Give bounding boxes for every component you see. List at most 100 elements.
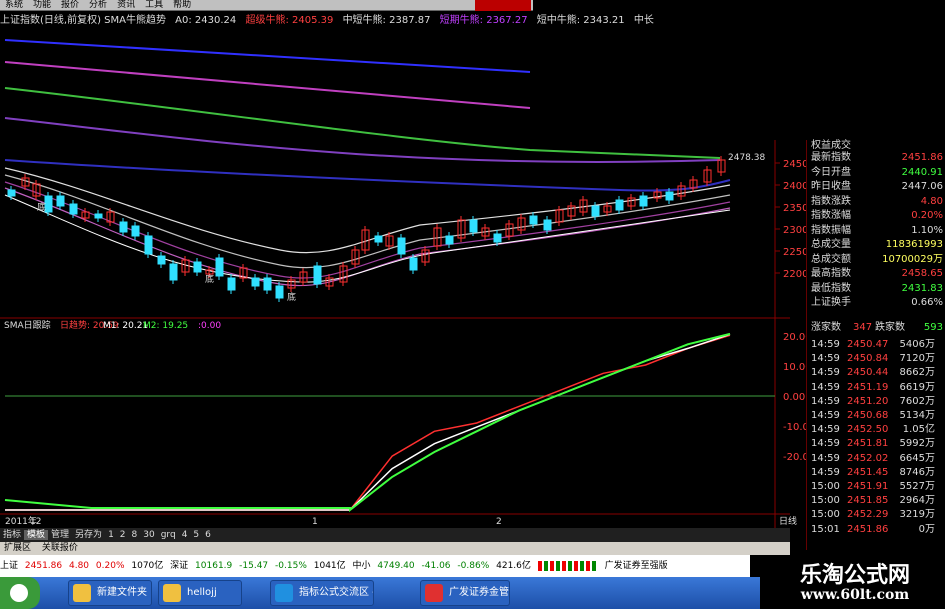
price-tick-label: 2350: [783, 203, 808, 214]
sz-pct: -0.15%: [275, 561, 307, 571]
candle-body: [313, 265, 322, 285]
sz-value: 10161.9: [195, 561, 233, 571]
stock-chart[interactable]: 245024002350230022502200 20.0010.000.00-…: [0, 0, 945, 609]
windows-logo-icon: [10, 584, 28, 602]
tick-row: 14:59 2452.02 6645万: [811, 452, 935, 464]
broker-name: 广发证券至强版: [604, 561, 668, 571]
candle-body: [7, 189, 16, 197]
short-value: 短期牛熊: 2367.27: [439, 15, 528, 26]
tick-row: 14:59 2451.19 6619万: [811, 381, 935, 393]
sz-label: 深证: [170, 561, 189, 571]
indicator-m2: M2: 19.25: [143, 321, 188, 331]
price-tick-label: 2450: [783, 159, 808, 170]
tick-row: 14:59 2450.44 8662万: [811, 367, 935, 379]
panel-row: 最新指数 2451.86: [811, 152, 943, 163]
menu-item-analysis[interactable]: 分析: [84, 0, 112, 11]
tab-7[interactable]: 30: [140, 530, 157, 540]
candle-body: [615, 199, 624, 211]
tick-row: 14:59 2451.20 7602万: [811, 395, 935, 407]
candle-body: [251, 277, 260, 287]
tab-0[interactable]: 指标: [0, 530, 24, 540]
menu-item-quote[interactable]: 报价: [56, 0, 84, 11]
menu-item-function[interactable]: 功能: [28, 0, 56, 11]
candle-body: [374, 235, 383, 243]
price-tick-label: 2250: [783, 247, 808, 258]
tab-11[interactable]: 6: [202, 530, 214, 540]
sz-change: -15.47: [239, 561, 269, 571]
indicator-zero: :0.00: [198, 321, 221, 331]
price-tick-label: 2400: [783, 181, 808, 192]
tick-row: 14:59 2451.45 8746万: [811, 466, 935, 478]
tab-8[interactable]: grq: [158, 530, 179, 540]
candle-body: [397, 237, 406, 255]
tab-9[interactable]: 4: [179, 530, 191, 540]
candle-body: [493, 233, 502, 243]
bottom-mark-3: 底: [287, 291, 296, 303]
tick-row: 15:01 2451.86 0万: [811, 523, 935, 535]
menu-item-news[interactable]: 资讯: [112, 0, 140, 11]
tab-1[interactable]: 模板: [24, 530, 49, 540]
panel-row: 指数涨幅 0.20%: [811, 210, 943, 221]
time-label-month-2: 2: [496, 517, 502, 527]
tick-row: 15:00 2452.29 3219万: [811, 509, 935, 521]
indicator-tick-label: 0.00: [783, 392, 805, 403]
zx-change: -41.06: [421, 561, 451, 571]
sh-volume: 1070亿: [131, 561, 164, 571]
sh-value: 2451.86: [24, 561, 63, 571]
quote-panel: 权益成交 最新指数 2451.86 今日开盘 2440.91 昨日收盘 2447.06 指数…: [806, 140, 945, 550]
taskbar-item-browser[interactable]: 指标公式交流区 - ...: [270, 580, 374, 606]
mid3-value: 中长: [633, 15, 654, 26]
candle-body: [227, 277, 236, 291]
candle-body: [119, 221, 128, 233]
tab-3[interactable]: 另存为: [72, 530, 105, 540]
menu-item-help[interactable]: 帮助: [168, 0, 196, 11]
candle-body: [131, 225, 140, 237]
watermark-title: 乐淘公式网: [799, 562, 910, 588]
tick-row: 14:59 2450.68 5134万: [811, 410, 935, 421]
candle-body: [591, 205, 600, 217]
price-tick-label: 2200: [783, 269, 808, 280]
candle-body: [44, 195, 53, 213]
tick-row: 15:00 2451.91 5527万: [811, 481, 935, 492]
site-watermark: 乐淘公式网 www.60lt.com: [760, 555, 945, 609]
tick-row: 14:59 2452.50 1.05亿: [811, 424, 935, 436]
broker-app-icon: [425, 584, 443, 602]
ie-icon: [275, 584, 293, 602]
related-quote-button[interactable]: 关联报价: [38, 543, 82, 553]
panel-row: 指数涨跌 4.80: [811, 195, 943, 207]
taskbar-item-broker[interactable]: 广发证券金管家...: [420, 580, 510, 606]
panel-header: 权益成交: [811, 140, 851, 151]
period-label: 日线: [779, 515, 797, 527]
candle-body: [469, 219, 478, 233]
ext-area-button[interactable]: 扩展区: [0, 543, 35, 553]
zx-pct: -0.86%: [457, 561, 490, 571]
tab-2[interactable]: 管理: [48, 530, 72, 540]
candle-body: [94, 213, 103, 219]
candle-body: [263, 277, 272, 291]
tick-row: 14:59 2450.47 5406万: [811, 339, 935, 350]
indicator-tab-bar: 指标 模板 管理 另存为 1 2 8 30 grq 4 5 6: [0, 528, 790, 542]
candle-body: [144, 235, 153, 255]
chart-title: 上证指数(日线,前复权) SMA牛熊趋势: [0, 15, 166, 26]
price-tick-label: 2300: [783, 225, 808, 236]
menu-item-system[interactable]: 系统: [0, 0, 28, 11]
panel-row: 上证换手 0.66%: [811, 297, 943, 308]
tab-6[interactable]: 8: [129, 530, 141, 540]
a0-value: A0: 2430.24: [175, 15, 237, 26]
tab-5[interactable]: 2: [117, 530, 129, 540]
watermark-url: www.60lt.com: [800, 587, 910, 603]
taskbar-item-hellojj[interactable]: hellojj: [158, 580, 242, 606]
indicator-name: SMA日跟踪: [4, 319, 51, 331]
start-button[interactable]: [0, 577, 40, 609]
menu-item-tools[interactable]: 工具: [140, 0, 168, 11]
panel-row: 今日开盘 2440.91: [811, 166, 943, 178]
tab-4[interactable]: 1: [105, 530, 117, 540]
time-label-month-12: 12: [30, 517, 41, 527]
taskbar-item-folder[interactable]: 新建文件夹: [68, 580, 152, 606]
tab-10[interactable]: 5: [190, 530, 202, 540]
zx-value: 4749.40: [377, 561, 415, 571]
candle-body: [409, 257, 418, 271]
index-status-bar: 上证 2451.86 4.80 0.20% 1070亿 深证 10161.9 -…: [0, 555, 750, 577]
window-controls[interactable]: [475, 0, 531, 11]
panel-row: 最高指数 2458.65: [811, 268, 943, 279]
